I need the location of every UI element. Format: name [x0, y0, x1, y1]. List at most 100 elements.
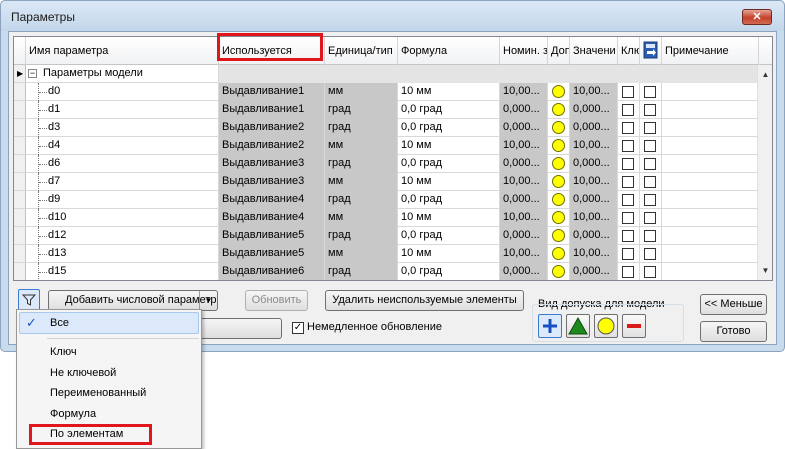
cell-key[interactable]	[618, 191, 640, 209]
cell-name[interactable]: d0	[26, 83, 219, 101]
col-header-value[interactable]: Значени	[570, 37, 618, 65]
key-checkbox[interactable]	[622, 230, 634, 242]
cell-nominal[interactable]: 0,000...	[500, 101, 548, 119]
cell-note[interactable]	[662, 209, 759, 227]
export-checkbox[interactable]	[644, 248, 656, 260]
cell-export[interactable]	[640, 263, 662, 280]
export-checkbox[interactable]	[644, 140, 656, 152]
cell-formula[interactable]: 0,0 град	[398, 191, 500, 209]
row-selector[interactable]	[14, 209, 26, 227]
export-checkbox[interactable]	[644, 212, 656, 224]
cell-value[interactable]: 10,00...	[570, 245, 618, 263]
cell-key[interactable]	[618, 155, 640, 173]
key-checkbox[interactable]	[622, 212, 634, 224]
cell-value[interactable]: 0,000...	[570, 191, 618, 209]
cell-key[interactable]	[618, 101, 640, 119]
cell-nominal[interactable]: 10,00...	[500, 83, 548, 101]
export-checkbox[interactable]	[644, 266, 656, 278]
key-checkbox[interactable]	[622, 86, 634, 98]
row-selector[interactable]	[14, 155, 26, 173]
menu-item-formula[interactable]: Формула	[17, 404, 201, 424]
cell-formula[interactable]: 10 мм	[398, 245, 500, 263]
export-checkbox[interactable]	[644, 86, 656, 98]
cell-unit[interactable]: град	[325, 119, 398, 137]
table-row[interactable]: d0 Выдавливание1 мм 10 мм 10,00... 10,00...	[14, 83, 759, 101]
row-selector[interactable]	[14, 119, 26, 137]
cell-nominal[interactable]: 0,000...	[500, 119, 548, 137]
table-row[interactable]: d15 Выдавливание6 град 0,0 град 0,000... 0,00…	[14, 263, 759, 280]
cell-formula[interactable]: 10 мм	[398, 83, 500, 101]
col-header-key[interactable]: Клю	[618, 37, 640, 65]
cell-export[interactable]	[640, 191, 662, 209]
cell-name[interactable]: d1	[26, 101, 219, 119]
cell-note[interactable]	[662, 101, 759, 119]
done-button[interactable]: Готово	[700, 321, 767, 342]
cell-nominal[interactable]: 10,00...	[500, 137, 548, 155]
cell-used[interactable]: Выдавливание5	[219, 227, 325, 245]
collapse-icon[interactable]: −	[28, 69, 37, 78]
cell-export[interactable]	[640, 209, 662, 227]
cell-used[interactable]: Выдавливание1	[219, 101, 325, 119]
immediate-update-checkbox[interactable]: ✓	[292, 322, 304, 334]
cell-tolerance[interactable]	[548, 245, 570, 263]
cell-formula[interactable]: 0,0 град	[398, 263, 500, 280]
col-header-tolerance[interactable]: Доп	[548, 37, 570, 65]
delete-unused-button[interactable]: Удалить неиспользуемые элементы	[325, 290, 524, 311]
less-button[interactable]: << Меньше	[700, 294, 767, 315]
cell-formula[interactable]: 0,0 град	[398, 101, 500, 119]
cell-unit[interactable]: град	[325, 101, 398, 119]
key-checkbox[interactable]	[622, 248, 634, 260]
export-checkbox[interactable]	[644, 194, 656, 206]
cell-name[interactable]: d9	[26, 191, 219, 209]
cell-unit[interactable]: мм	[325, 137, 398, 155]
cell-nominal[interactable]: 0,000...	[500, 155, 548, 173]
col-header-nominal[interactable]: Номин. з	[500, 37, 548, 65]
cell-export[interactable]	[640, 137, 662, 155]
row-selector[interactable]	[14, 191, 26, 209]
table-row[interactable]: d12 Выдавливание5 град 0,0 град 0,000... 0,00…	[14, 227, 759, 245]
cell-used[interactable]: Выдавливание2	[219, 119, 325, 137]
cell-name[interactable]: d12	[26, 227, 219, 245]
cell-formula[interactable]: 10 мм	[398, 209, 500, 227]
tolerance-upper-button[interactable]	[566, 314, 590, 338]
group-row[interactable]: ▶ − Параметры модели	[14, 65, 759, 83]
cell-unit[interactable]: мм	[325, 209, 398, 227]
table-row[interactable]: d9 Выдавливание4 град 0,0 град 0,000... 0,000…	[14, 191, 759, 209]
export-checkbox[interactable]	[644, 176, 656, 188]
cell-value[interactable]: 0,000...	[570, 263, 618, 280]
key-checkbox[interactable]	[622, 176, 634, 188]
key-checkbox[interactable]	[622, 158, 634, 170]
col-header-name[interactable]: Имя параметра	[26, 37, 219, 65]
cell-used[interactable]: Выдавливание2	[219, 137, 325, 155]
chevron-down-icon[interactable]: ▼	[199, 291, 217, 310]
cell-tolerance[interactable]	[548, 137, 570, 155]
col-header-note[interactable]: Примечание	[662, 37, 759, 65]
cell-name[interactable]: d3	[26, 119, 219, 137]
cell-used[interactable]: Выдавливание1	[219, 83, 325, 101]
hidden-button[interactable]	[196, 318, 282, 339]
cell-tolerance[interactable]	[548, 209, 570, 227]
cell-formula[interactable]: 10 мм	[398, 137, 500, 155]
cell-formula[interactable]: 0,0 град	[398, 227, 500, 245]
cell-nominal[interactable]: 10,00...	[500, 245, 548, 263]
table-row[interactable]: d1 Выдавливание1 град 0,0 град 0,000... 0,000…	[14, 101, 759, 119]
cell-key[interactable]	[618, 263, 640, 280]
cell-tolerance[interactable]	[548, 173, 570, 191]
cell-unit[interactable]: град	[325, 191, 398, 209]
cell-unit[interactable]: град	[325, 155, 398, 173]
row-selector[interactable]	[14, 173, 26, 191]
cell-key[interactable]	[618, 137, 640, 155]
cell-name[interactable]: d6	[26, 155, 219, 173]
cell-nominal[interactable]: 0,000...	[500, 263, 548, 280]
cell-value[interactable]: 0,000...	[570, 227, 618, 245]
key-checkbox[interactable]	[622, 122, 634, 134]
cell-unit[interactable]: град	[325, 263, 398, 280]
cell-export[interactable]	[640, 227, 662, 245]
row-selector[interactable]	[14, 245, 26, 263]
export-checkbox[interactable]	[644, 104, 656, 116]
cell-key[interactable]	[618, 83, 640, 101]
col-header-formula[interactable]: Формула	[398, 37, 500, 65]
cell-note[interactable]	[662, 245, 759, 263]
close-button[interactable]: ✕	[742, 9, 772, 25]
cell-nominal[interactable]: 10,00...	[500, 209, 548, 227]
